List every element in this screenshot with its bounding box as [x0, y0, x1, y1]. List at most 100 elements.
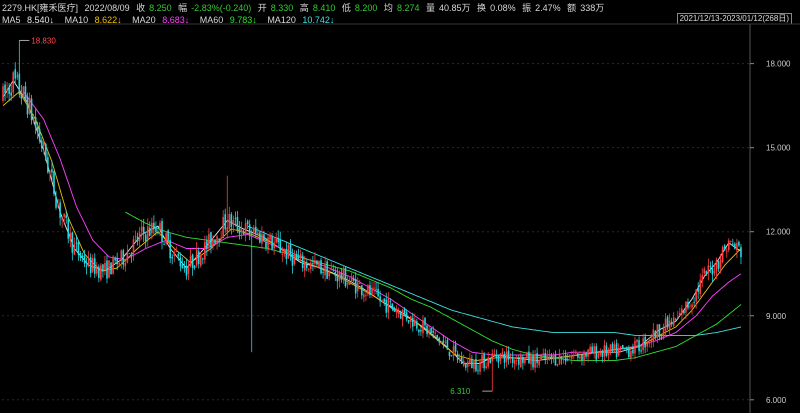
- candle-body: [318, 260, 320, 268]
- candle-body: [652, 329, 655, 342]
- candle-body: [373, 287, 375, 289]
- candle-body: [224, 214, 227, 230]
- candle-body: [47, 157, 49, 173]
- candle-body: [151, 223, 153, 234]
- candle-body: [255, 226, 257, 233]
- candle-body: [189, 255, 192, 267]
- candle-body: [644, 336, 646, 348]
- candle-body: [108, 260, 110, 278]
- candle-body: [55, 196, 57, 208]
- candle-body: [291, 254, 294, 266]
- candle-body: [544, 353, 547, 359]
- candle-body: [336, 275, 339, 282]
- candle-body: [222, 216, 224, 239]
- candle-body: [159, 223, 161, 231]
- candle-body: [177, 253, 180, 257]
- candle-body: [257, 232, 259, 234]
- candle-body: [77, 242, 80, 255]
- candle-body: [471, 358, 473, 368]
- candle-body: [69, 232, 72, 242]
- candle-body: [16, 75, 19, 77]
- candle-body: [603, 345, 606, 357]
- candle-body: [65, 215, 68, 218]
- candle-body: [81, 255, 84, 257]
- candle-body: [683, 310, 685, 314]
- candle-body: [621, 344, 624, 349]
- candle-body: [399, 313, 402, 319]
- candle-body: [83, 255, 86, 264]
- candle-body: [124, 263, 127, 267]
- candle-body: [238, 228, 241, 234]
- candle-body: [57, 204, 59, 207]
- candle-body: [383, 298, 386, 302]
- candle-body: [30, 98, 33, 121]
- candle-body: [350, 276, 353, 282]
- candle-body: [477, 370, 479, 372]
- candle-body: [485, 366, 487, 369]
- candle-body: [719, 259, 722, 268]
- candle-body: [660, 336, 663, 338]
- candle-body: [446, 340, 449, 350]
- candle-body: [609, 344, 612, 350]
- candle-body: [330, 268, 333, 271]
- candle-body: [273, 242, 275, 249]
- candle-body: [605, 345, 608, 357]
- candle-body: [575, 352, 577, 354]
- candle-body: [340, 273, 343, 280]
- candle-body: [456, 353, 459, 360]
- candle-body: [98, 266, 100, 278]
- candle-body: [344, 267, 347, 287]
- candle-body: [185, 265, 188, 276]
- candlestick-chart[interactable]: 6.000 9.000 12.000 15.000 18.000 18.830 6.310: [0, 0, 800, 413]
- candle-body: [579, 356, 581, 359]
- candle-body: [458, 357, 461, 360]
- candle-body: [697, 288, 699, 292]
- candle-body: [709, 266, 712, 267]
- candle-body: [414, 319, 416, 326]
- candle-body: [638, 340, 640, 352]
- candle-body: [305, 264, 308, 268]
- candle-body: [691, 304, 693, 308]
- candle-body: [93, 258, 96, 274]
- candle-body: [283, 250, 286, 253]
- candle-body: [261, 233, 263, 244]
- candle-body: [593, 346, 596, 354]
- candle-body: [142, 226, 145, 234]
- candle-body: [583, 352, 585, 362]
- candle-body: [546, 356, 549, 360]
- candle-body: [301, 255, 304, 269]
- candle-body: [322, 272, 324, 273]
- candle-body: [132, 239, 135, 254]
- candle-body: [568, 357, 571, 359]
- candle-body: [664, 318, 667, 331]
- candle-body: [507, 350, 510, 360]
- candle-body: [210, 232, 212, 248]
- candle-body: [128, 253, 131, 254]
- candle-body: [267, 237, 269, 251]
- candle-body: [153, 222, 155, 230]
- candle-body: [422, 319, 424, 334]
- candle-body: [122, 250, 125, 265]
- candle-body: [599, 353, 602, 355]
- candle-body: [348, 281, 351, 285]
- candle-body: [358, 283, 361, 285]
- min-price-label: 6.310: [450, 387, 471, 396]
- candle-body: [49, 171, 51, 173]
- candle-body: [212, 239, 214, 247]
- candle-body: [155, 227, 157, 232]
- candle-body: [628, 348, 630, 358]
- candle-body: [695, 289, 697, 302]
- candle-body: [285, 248, 288, 259]
- candle-body: [165, 232, 167, 244]
- candle-body: [134, 235, 137, 237]
- candle-body: [460, 357, 463, 364]
- candle-body: [79, 252, 82, 258]
- candle-body: [395, 311, 398, 313]
- candle-body: [312, 263, 314, 264]
- candle-body: [491, 353, 494, 362]
- candle-body: [112, 256, 114, 274]
- candle-body: [701, 275, 704, 281]
- candle-body: [670, 321, 673, 325]
- candle-body: [234, 218, 237, 219]
- candle-body: [489, 359, 492, 364]
